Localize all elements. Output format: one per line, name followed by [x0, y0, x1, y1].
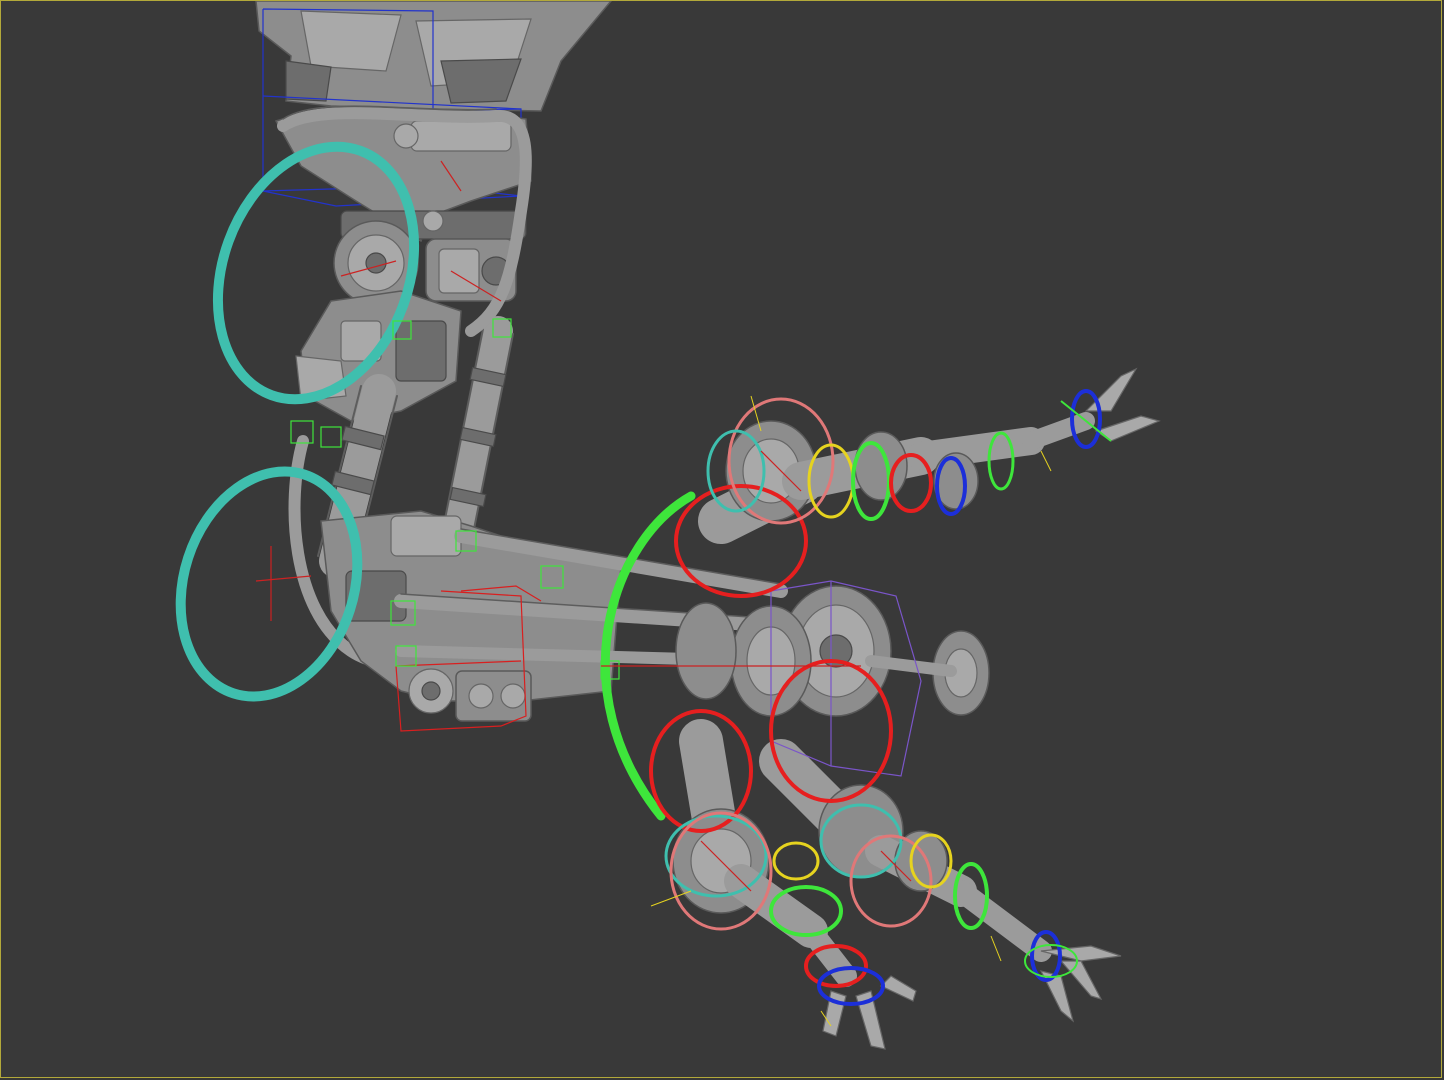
upper-arm-frame[interactable]	[274, 108, 532, 243]
viewport-3d[interactable]	[0, 0, 1442, 1078]
wrist-hub[interactable]	[675, 585, 990, 717]
robot-arm-rig-scene[interactable]	[1, 1, 1443, 1079]
